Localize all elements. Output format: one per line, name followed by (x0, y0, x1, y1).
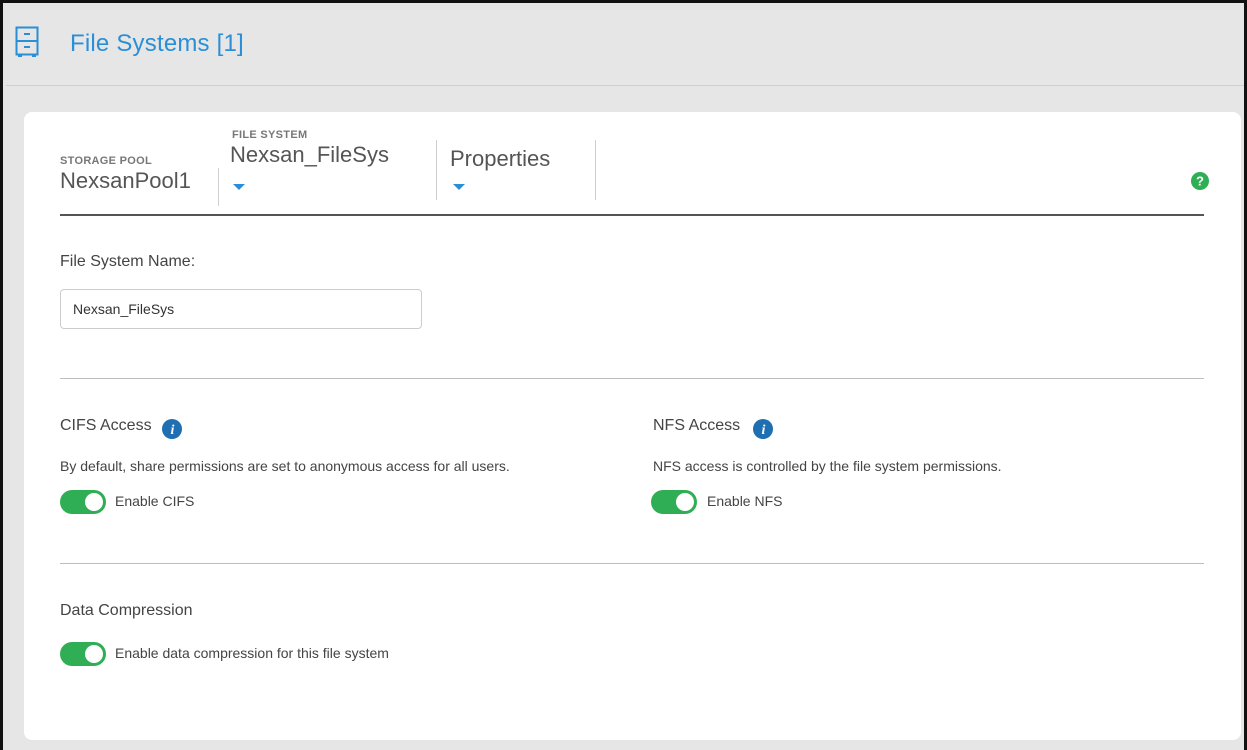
svg-text:i: i (762, 423, 766, 438)
info-icon[interactable]: i (162, 419, 182, 439)
crumb-separator (436, 140, 437, 200)
window-frame: File Systems [1] STORAGE POOL NexsanPool… (0, 0, 1247, 750)
svg-text:i: i (171, 423, 175, 438)
cifs-toggle-label: Enable CIFS (115, 493, 195, 509)
file-cabinet-icon (15, 26, 39, 57)
svg-text:?: ? (1196, 174, 1204, 189)
nfs-title: NFS Access (653, 417, 741, 434)
toggle-knob (85, 645, 103, 663)
nfs-toggle[interactable] (651, 490, 697, 514)
compression-title: Data Compression (60, 602, 193, 619)
crumb-separator (218, 168, 219, 206)
file-system-dropdown-caret-icon[interactable] (233, 184, 245, 190)
cifs-title: CIFS Access (60, 417, 152, 434)
fs-name-input[interactable] (60, 289, 422, 329)
fs-name-label: File System Name: (60, 253, 196, 270)
question-circle-icon[interactable]: ? (1191, 172, 1209, 190)
section-divider (60, 563, 1204, 564)
storage-pool-value[interactable]: NexsanPool1 (60, 168, 191, 194)
info-icon[interactable]: i (753, 419, 773, 439)
toggle-knob (676, 493, 694, 511)
compression-toggle[interactable] (60, 642, 106, 666)
file-system-value[interactable]: Nexsan_FileSys (230, 142, 389, 168)
view-dropdown-caret-icon[interactable] (453, 184, 465, 190)
toggle-knob (85, 493, 103, 511)
file-system-label: FILE SYSTEM (232, 129, 308, 141)
compression-toggle-label: Enable data compression for this file sy… (115, 645, 389, 661)
breadcrumb: STORAGE POOL NexsanPool1 FILE SYSTEM Nex… (60, 112, 1204, 216)
cifs-toggle[interactable] (60, 490, 106, 514)
storage-pool-label: STORAGE POOL (60, 155, 153, 167)
nfs-toggle-label: Enable NFS (707, 493, 783, 509)
properties-panel: STORAGE POOL NexsanPool1 FILE SYSTEM Nex… (24, 112, 1241, 740)
cifs-description: By default, share permissions are set to… (60, 458, 510, 474)
nfs-description: NFS access is controlled by the file sys… (653, 458, 1002, 474)
section-divider (60, 378, 1204, 379)
page-header: File Systems [1] (6, 6, 1244, 86)
view-selector-value[interactable]: Properties (450, 146, 550, 172)
page-title: File Systems [1] (70, 30, 244, 57)
crumb-separator (595, 140, 596, 200)
